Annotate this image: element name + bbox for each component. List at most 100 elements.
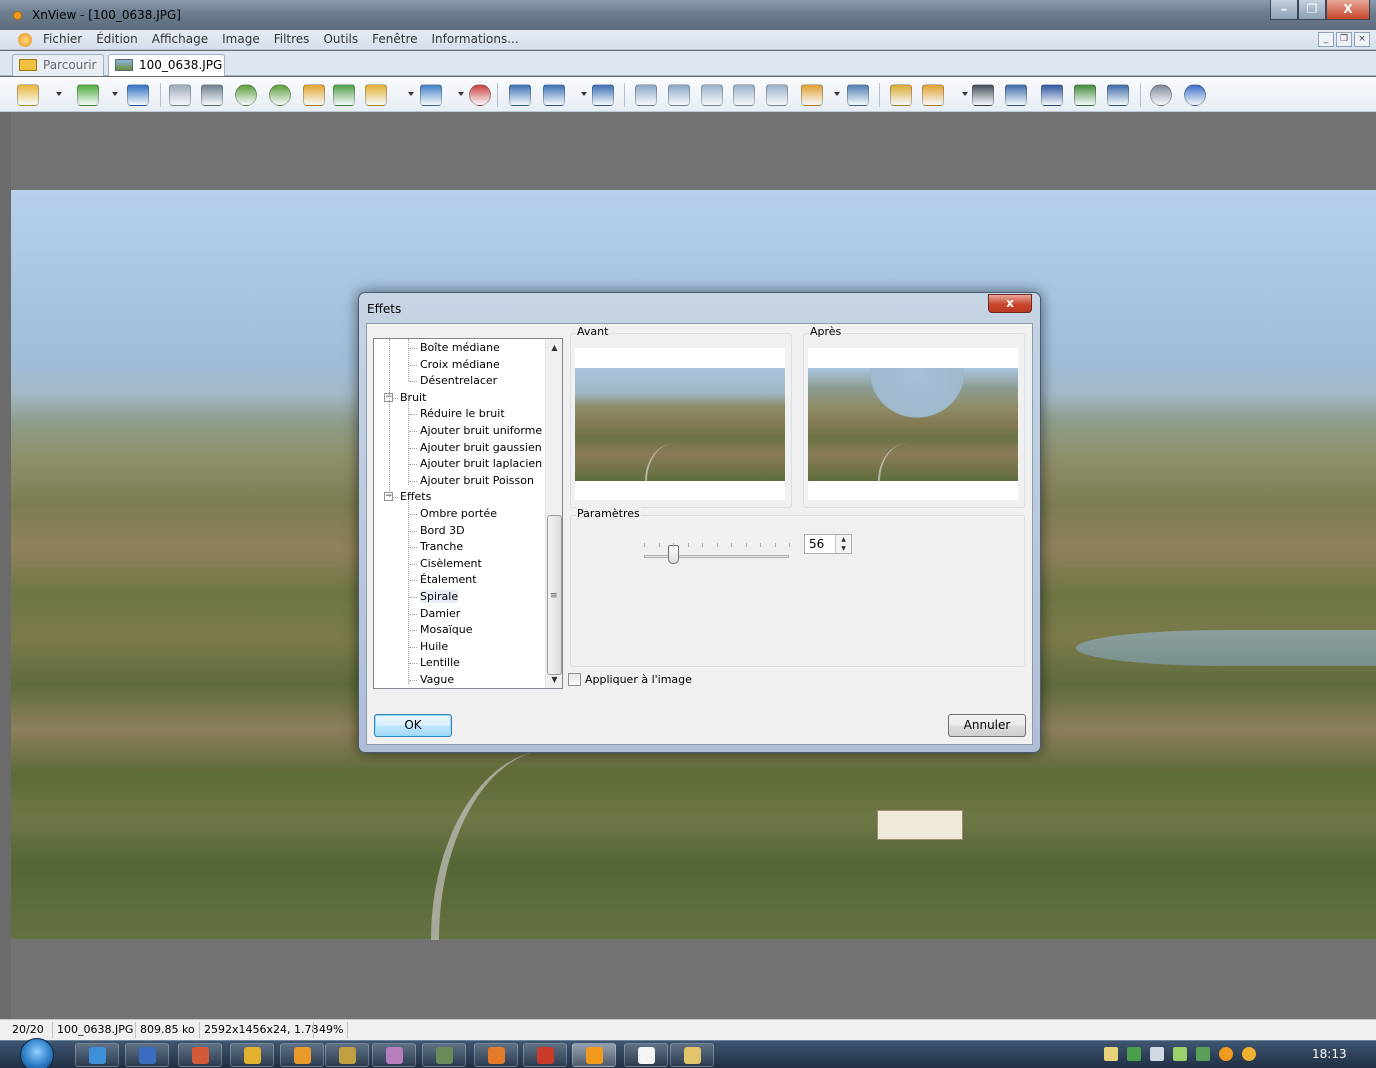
next-icon[interactable]: [668, 84, 690, 106]
taskbar-notepad-button[interactable]: [624, 1043, 668, 1067]
taskbar-acrobat-button[interactable]: [523, 1043, 567, 1067]
antivirus-icon[interactable]: [1219, 1047, 1233, 1061]
tree-item[interactable]: Désentrelacer: [420, 373, 497, 389]
adjust-icon[interactable]: [365, 84, 387, 106]
tree-item[interactable]: Boîte médiane: [420, 340, 500, 356]
apply-to-image-row[interactable]: Appliquer à l'image: [568, 671, 692, 687]
signal-icon[interactable]: [1173, 1047, 1187, 1061]
palette-icon[interactable]: [420, 84, 442, 106]
effects-icon[interactable]: [469, 84, 491, 106]
menu-outils[interactable]: Outils: [323, 32, 358, 46]
tree-item[interactable]: Ombre portée: [420, 506, 497, 522]
previous-icon[interactable]: [635, 84, 657, 106]
taskbar-xnview-button[interactable]: [572, 1043, 616, 1067]
tree-item[interactable]: Spirale: [420, 589, 459, 605]
dropdown-arrow-icon[interactable]: [581, 92, 587, 96]
close-button[interactable]: X: [1326, 0, 1370, 20]
browse-icon[interactable]: [17, 84, 39, 106]
spin-up-icon[interactable]: ▲: [836, 535, 851, 544]
parameter-slider[interactable]: [644, 543, 790, 567]
dropdown-arrow-icon[interactable]: [962, 92, 968, 96]
settings-icon[interactable]: [1150, 84, 1172, 106]
tree-item[interactable]: Cisèlement: [420, 556, 482, 572]
info-icon[interactable]: [1184, 84, 1206, 106]
print-icon[interactable]: [1005, 84, 1027, 106]
tree-item[interactable]: Croix médiane: [420, 357, 500, 373]
dropdown-arrow-icon[interactable]: [408, 92, 414, 96]
tree-item[interactable]: Ajouter bruit uniforme: [420, 423, 542, 439]
slider-knob[interactable]: [668, 545, 679, 564]
tree-item[interactable]: Mosaïque: [420, 622, 472, 638]
tree-scrollbar[interactable]: ▲ ≡ ▼: [545, 339, 562, 688]
taskbar-internet-explorer-button[interactable]: [75, 1043, 119, 1067]
tree-item[interactable]: Étalement: [420, 572, 477, 588]
cancel-button[interactable]: Annuler: [948, 714, 1026, 737]
menu-fichier[interactable]: Fichier: [43, 32, 82, 46]
clock[interactable]: 18:13: [1312, 1047, 1347, 1061]
taskbar-game-button[interactable]: [422, 1043, 466, 1067]
rotate-left-icon[interactable]: [235, 84, 257, 106]
open-icon[interactable]: [77, 84, 99, 106]
menu-informations[interactable]: Informations...: [432, 32, 519, 46]
capture-icon[interactable]: [890, 84, 912, 106]
tree-item[interactable]: Ajouter bruit laplacien: [420, 456, 542, 472]
tree-item[interactable]: Ajouter bruit gaussien: [420, 440, 542, 456]
zoom-in-icon[interactable]: [509, 84, 531, 106]
menu-fenetre[interactable]: Fenêtre: [372, 32, 417, 46]
maximize-button[interactable]: ❐: [1298, 0, 1326, 20]
battery-icon[interactable]: [1196, 1047, 1210, 1061]
app-menu-icon[interactable]: [18, 33, 32, 47]
tree-item[interactable]: Bord 3D: [420, 523, 465, 539]
batch-icon[interactable]: [1074, 84, 1096, 106]
tree-group[interactable]: Bruit: [400, 390, 426, 406]
mdi-restore-button[interactable]: ❐: [1336, 32, 1352, 47]
taskbar-xnview-alt-button[interactable]: [280, 1043, 324, 1067]
mdi-minimize-button[interactable]: _: [1318, 32, 1334, 47]
dropdown-arrow-icon[interactable]: [834, 92, 840, 96]
tree-item[interactable]: Tranche: [420, 539, 463, 555]
tree-item[interactable]: Huile: [420, 639, 448, 655]
tree-item[interactable]: Ajouter bruit Poisson: [420, 473, 534, 489]
network-icon[interactable]: [1127, 1047, 1141, 1061]
menu-filtres[interactable]: Filtres: [274, 32, 310, 46]
resize-icon[interactable]: [333, 84, 355, 106]
taskbar-explorer-button[interactable]: [670, 1043, 714, 1067]
slideshow-icon[interactable]: [801, 84, 823, 106]
undo-icon[interactable]: [169, 84, 191, 106]
tab-image[interactable]: 100_0638.JPG: [108, 54, 225, 76]
scroll-up-arrow-icon[interactable]: ▲: [546, 339, 562, 356]
dropdown-arrow-icon[interactable]: [458, 92, 464, 96]
taskbar-word-button[interactable]: [125, 1043, 169, 1067]
spin-down-icon[interactable]: ▼: [836, 544, 851, 553]
taskbar-firefox-button[interactable]: [474, 1043, 518, 1067]
zoom-out-icon[interactable]: [592, 84, 614, 106]
tree-item[interactable]: Réduire le bruit: [420, 406, 505, 422]
flip-icon[interactable]: [303, 84, 325, 106]
screenshot-icon[interactable]: [1107, 84, 1129, 106]
tree-item[interactable]: Damier: [420, 606, 460, 622]
scroll-down-arrow-icon[interactable]: ▼: [546, 671, 562, 688]
tree-item[interactable]: Vague: [420, 672, 454, 688]
mail-icon[interactable]: [1104, 1047, 1118, 1061]
effects-tree[interactable]: ▲ ≡ ▼ Boîte médiane Croix médiane Désentre…: [373, 338, 563, 689]
tab-parcourir[interactable]: Parcourir: [12, 54, 104, 76]
volume-icon[interactable]: [1150, 1047, 1164, 1061]
taskbar-chrome-button[interactable]: [230, 1043, 274, 1067]
mdi-close-button[interactable]: ×: [1354, 32, 1370, 47]
fullscreen-icon[interactable]: [847, 84, 869, 106]
copy-icon[interactable]: [766, 84, 788, 106]
dialog-close-button[interactable]: x: [988, 294, 1032, 313]
zoom-icon[interactable]: [543, 84, 565, 106]
menu-image[interactable]: Image: [222, 32, 260, 46]
rotate-right-icon[interactable]: [269, 84, 291, 106]
taskbar-archive-button[interactable]: [325, 1043, 369, 1067]
menu-affichage[interactable]: Affichage: [152, 32, 208, 46]
scanner-icon[interactable]: [1041, 84, 1063, 106]
crop-icon[interactable]: [201, 84, 223, 106]
last-icon[interactable]: [733, 84, 755, 106]
save-icon[interactable]: [127, 84, 149, 106]
update-icon[interactable]: [1242, 1047, 1256, 1061]
find-icon[interactable]: [972, 84, 994, 106]
dropdown-arrow-icon[interactable]: [56, 92, 62, 96]
taskbar-picture-viewer-button[interactable]: [372, 1043, 416, 1067]
